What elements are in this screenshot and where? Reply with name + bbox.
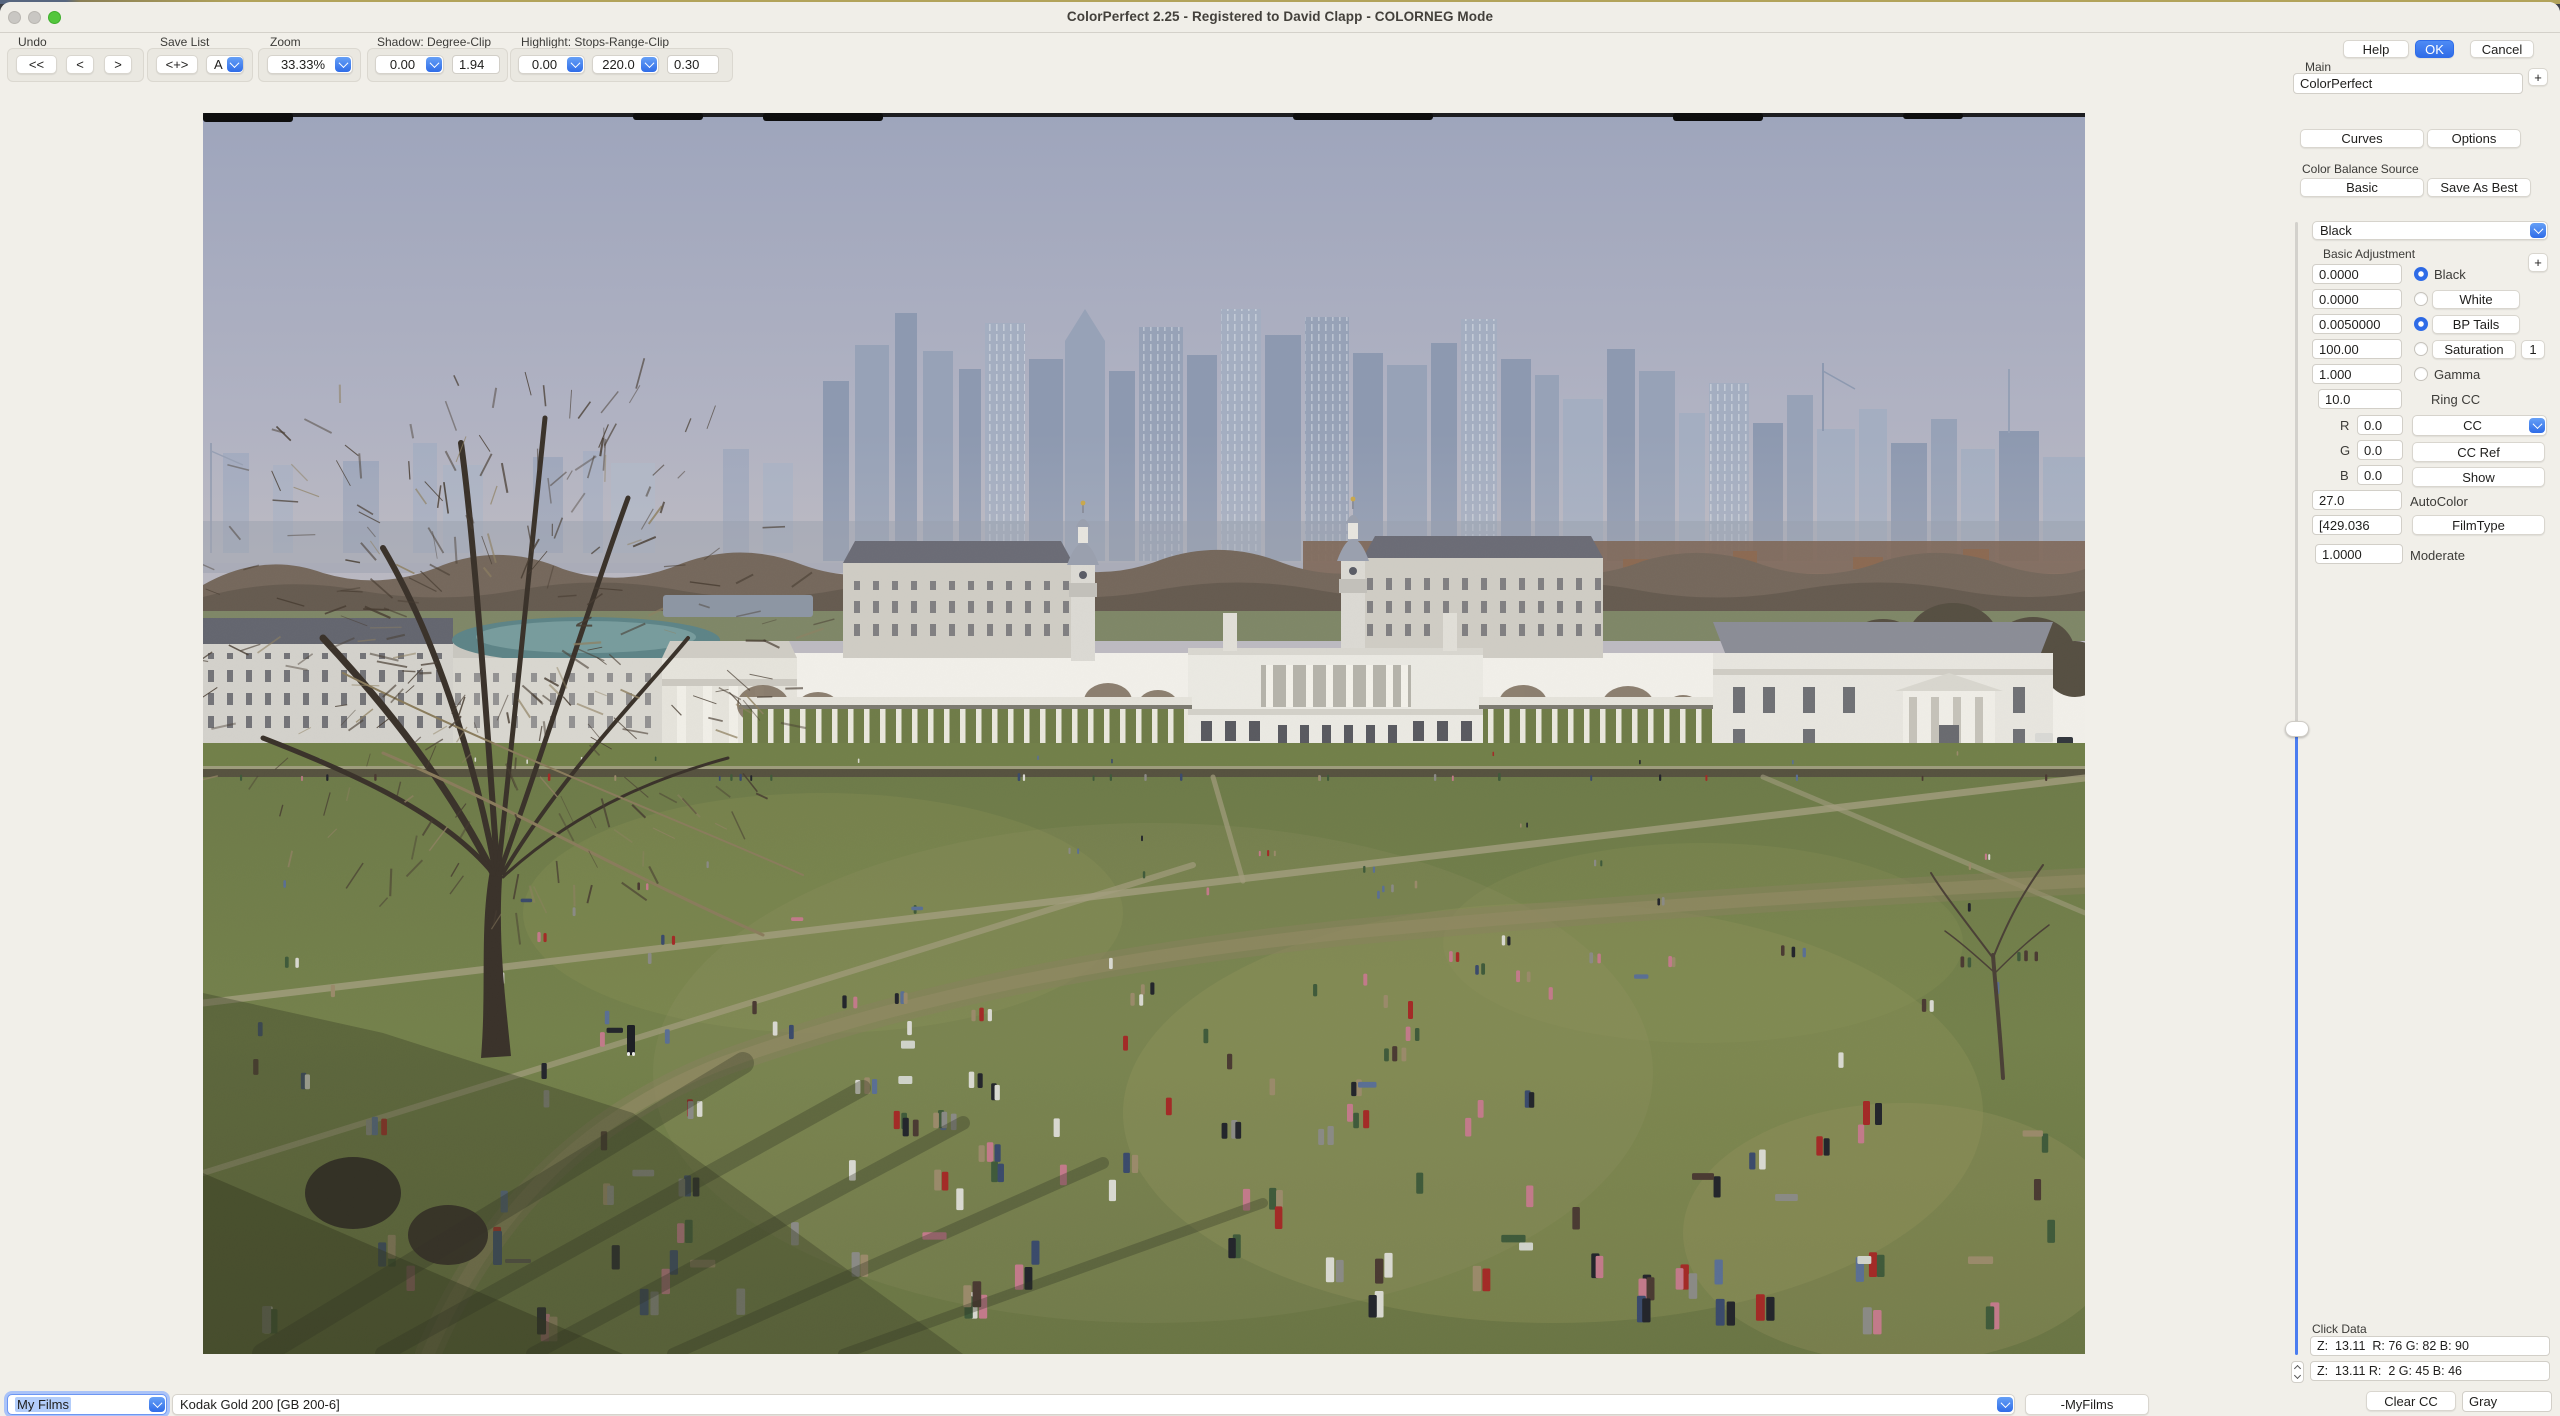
bp-tails-button[interactable]: BP Tails — [2432, 315, 2520, 334]
undo-all-button[interactable]: << — [16, 55, 57, 74]
gamma-radio[interactable] — [2414, 367, 2428, 381]
savelist-add-button[interactable]: <+> — [156, 55, 198, 74]
titlebar: ColorPerfect 2.25 - Registered to David … — [0, 2, 2560, 33]
plugin-window: ColorPerfect 2.25 - Registered to David … — [0, 2, 2560, 1416]
photo-grain-overlay — [203, 113, 2085, 1354]
saturation-extra-button[interactable]: 1 — [2521, 340, 2545, 359]
click-data-label: Click Data — [2312, 1322, 2367, 1336]
gamma-row-label: Gamma — [2434, 367, 2481, 382]
highlight-clip-field[interactable]: 0.30 — [667, 55, 719, 74]
adjustment-mode-dropdown[interactable]: Black — [2312, 221, 2548, 240]
white-radio[interactable] — [2414, 292, 2428, 306]
zoom-window-button[interactable] — [48, 11, 61, 24]
highlight-group-label: Highlight: Stops-Range-Clip — [521, 35, 670, 49]
window-title: ColorPerfect 2.25 - Registered to David … — [1066, 9, 1494, 24]
ok-button[interactable]: OK — [2415, 40, 2454, 58]
r-value-field[interactable]: 0.0 — [2357, 415, 2403, 435]
my-films-selected-text: My Films — [15, 1397, 71, 1412]
chevron-down-icon — [567, 57, 583, 72]
my-films-dropdown[interactable]: My Films — [7, 1394, 167, 1415]
zoom-dropdown[interactable]: 33.33% — [267, 55, 353, 74]
color-balance-source-label: Color Balance Source — [2302, 162, 2419, 176]
ring-cc-value-field[interactable]: 10.0 — [2318, 389, 2402, 409]
cancel-button[interactable]: Cancel — [2470, 40, 2534, 58]
b-label: B — [2340, 468, 2349, 483]
chevron-down-icon — [2293, 1371, 2302, 1380]
filmtype-value-field[interactable]: [429.036 — [2312, 515, 2402, 535]
saturation-button[interactable]: Saturation — [2432, 340, 2516, 359]
g-label: G — [2340, 443, 2351, 458]
add-main-button[interactable]: + — [2528, 68, 2548, 86]
click-data-row2[interactable]: Z: 13.11 R: 2 G: 45 B: 46 — [2310, 1361, 2550, 1381]
myfilms-button[interactable]: -MyFilms — [2025, 1394, 2149, 1415]
saturation-radio[interactable] — [2414, 342, 2428, 356]
white-value-field[interactable]: 0.0000 — [2312, 289, 2402, 309]
click-data-stepper[interactable] — [2291, 1361, 2304, 1383]
clear-cc-button[interactable]: Clear CC — [2366, 1391, 2456, 1411]
minimize-button[interactable] — [28, 11, 41, 24]
panel-scrollbar-thumb[interactable] — [2285, 721, 2309, 737]
chevron-down-icon — [149, 1397, 165, 1412]
black-value-field[interactable]: 0.0000 — [2312, 264, 2402, 284]
show-button[interactable]: Show — [2412, 467, 2545, 487]
panel-scrollbar-fill[interactable] — [2295, 736, 2298, 1355]
white-button[interactable]: White — [2432, 290, 2520, 309]
black-radio[interactable] — [2414, 267, 2428, 281]
image-canvas[interactable] — [203, 113, 2085, 1354]
gamma-value-field[interactable]: 1.000 — [2312, 364, 2402, 384]
shadow-clip-field[interactable]: 1.94 — [452, 55, 500, 74]
r-label: R — [2340, 418, 2350, 433]
highlight-range-dropdown[interactable]: 220.0 — [592, 55, 659, 74]
bp-tails-radio[interactable] — [2414, 317, 2428, 331]
help-button[interactable]: Help — [2343, 40, 2409, 58]
basic-button[interactable]: Basic — [2300, 178, 2424, 197]
shadow-group-label: Shadow: Degree-Clip — [377, 35, 492, 49]
save-as-best-button[interactable]: Save As Best — [2427, 178, 2531, 197]
shadow-degree-dropdown[interactable]: 0.00 — [375, 55, 444, 74]
film-name-dropdown[interactable]: Kodak Gold 200 [GB 200-6] — [172, 1394, 2015, 1415]
click-data-row1[interactable]: Z: 13.11 R: 76 G: 82 B: 90 — [2310, 1336, 2550, 1356]
basic-adjustment-label: Basic Adjustment — [2323, 247, 2416, 261]
autocolor-label: AutoColor — [2410, 494, 2468, 509]
add-adjustment-button[interactable]: + — [2528, 253, 2548, 272]
gray-field[interactable]: Gray — [2462, 1391, 2552, 1412]
b-value-field[interactable]: 0.0 — [2357, 465, 2403, 485]
curves-button[interactable]: Curves — [2300, 129, 2424, 148]
moderate-label: Moderate — [2410, 548, 2465, 563]
autocolor-value-field[interactable]: 27.0 — [2312, 490, 2402, 510]
highlight-stops-dropdown[interactable]: 0.00 — [518, 55, 585, 74]
bp-tails-value-field[interactable]: 0.0050000 — [2312, 314, 2402, 334]
ring-cc-label: Ring CC — [2431, 392, 2481, 407]
cc-ref-button[interactable]: CC Ref — [2412, 442, 2545, 462]
black-row-label: Black — [2434, 267, 2466, 282]
panel-scrollbar-track[interactable] — [2295, 222, 2298, 722]
savelist-slot-dropdown[interactable]: A — [206, 55, 244, 74]
colorperfect-app: ColorPerfect 2.25 - Registered to David … — [0, 0, 2560, 1416]
chevron-down-icon — [2529, 418, 2545, 433]
cc-dropdown[interactable]: CC — [2412, 415, 2547, 436]
undo-button[interactable]: < — [66, 55, 94, 74]
chevron-down-icon — [335, 57, 351, 72]
main-field[interactable]: ColorPerfect — [2293, 73, 2523, 94]
g-value-field[interactable]: 0.0 — [2357, 440, 2403, 460]
chevron-down-icon — [641, 57, 657, 72]
main-label: Main — [2305, 60, 2332, 74]
saturation-value-field[interactable]: 100.00 — [2312, 339, 2402, 359]
options-button[interactable]: Options — [2427, 129, 2521, 148]
chevron-down-icon — [2530, 223, 2546, 238]
chevron-down-icon — [426, 57, 442, 72]
zoom-group-label: Zoom — [270, 35, 301, 49]
chevron-down-icon — [226, 57, 243, 72]
moderate-value-field[interactable]: 1.0000 — [2315, 544, 2403, 564]
savelist-group-label: Save List — [160, 35, 210, 49]
filmtype-button[interactable]: FilmType — [2412, 515, 2545, 535]
close-button[interactable] — [8, 11, 21, 24]
chevron-down-icon — [1997, 1397, 2013, 1412]
undo-group-label: Undo — [18, 35, 47, 49]
redo-button[interactable]: > — [104, 55, 132, 74]
